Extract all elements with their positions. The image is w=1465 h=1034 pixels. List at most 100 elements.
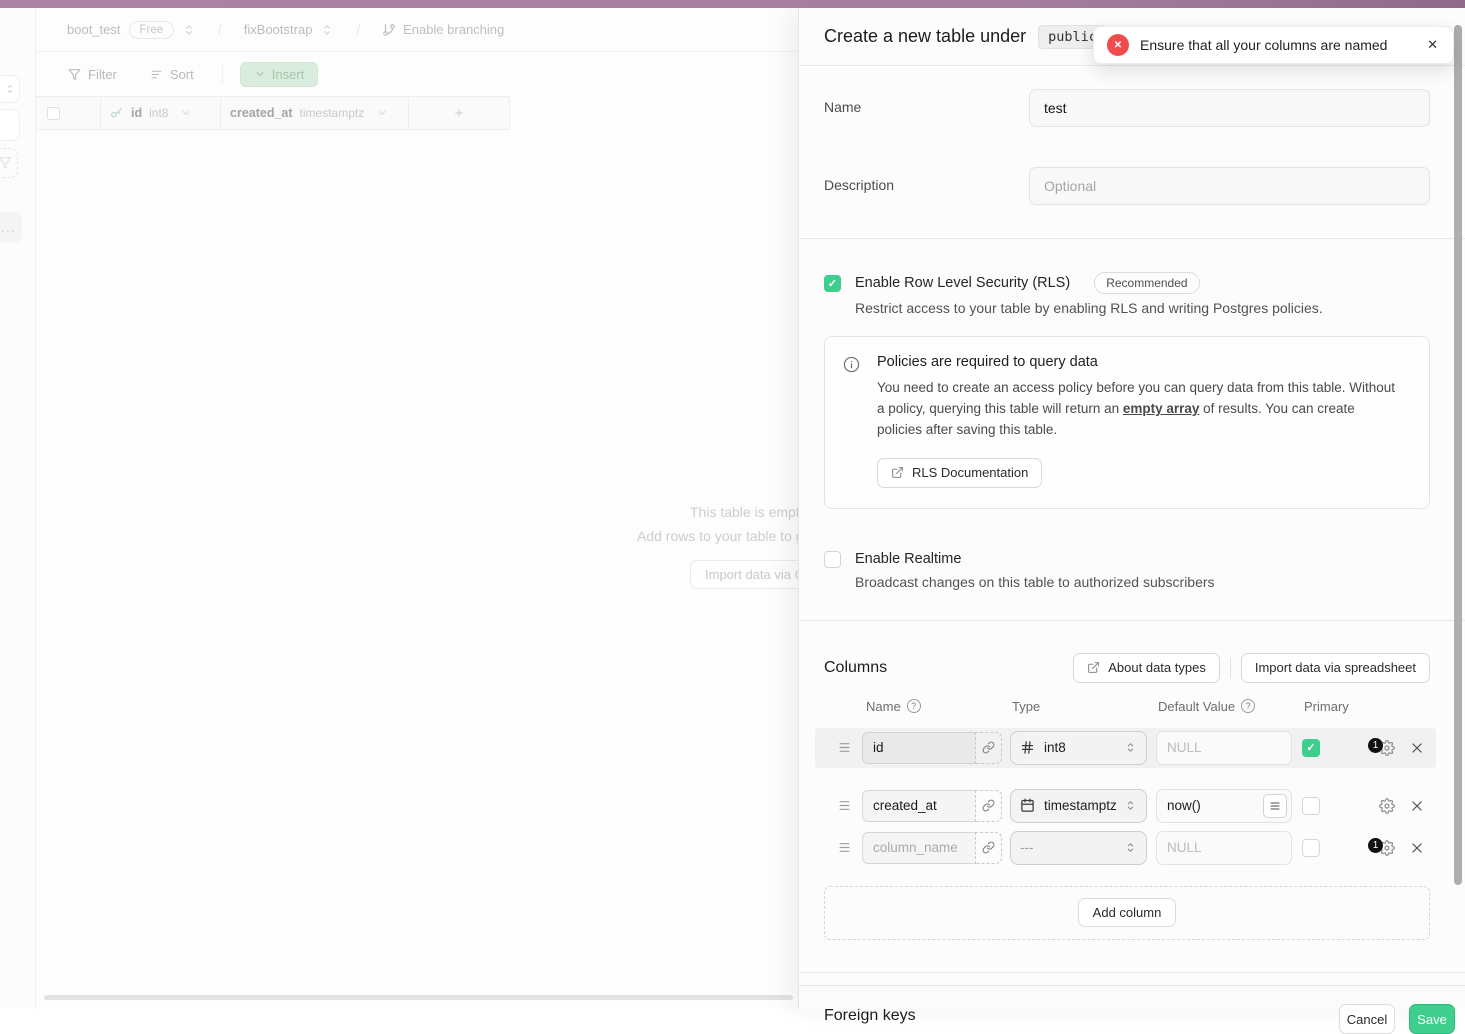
drag-handle-icon[interactable]: [837, 741, 852, 754]
empty-state-subtitle: Add rows to your table to get started.: [637, 528, 798, 544]
help-icon[interactable]: ?: [907, 699, 921, 713]
browser-theme-bar: [0, 0, 1465, 8]
import-spreadsheet-button[interactable]: Import data via spreadsheet: [1241, 653, 1430, 683]
column-header-created-at[interactable]: created_at timestamptz: [230, 97, 388, 129]
horizontal-scrollbar[interactable]: [44, 995, 793, 1000]
drag-handle-icon[interactable]: [837, 841, 852, 854]
background-page: boot_test Free / fixBootstrap / Enable b…: [0, 8, 798, 1009]
table-name-input[interactable]: [1029, 89, 1430, 127]
error-icon: ✕: [1107, 34, 1129, 56]
about-data-types-button[interactable]: About data types: [1073, 653, 1220, 683]
primary-checkbox[interactable]: ✓: [1302, 839, 1320, 857]
help-icon[interactable]: ?: [1241, 699, 1255, 713]
import-csv-button[interactable]: Import data via CSV: [690, 560, 798, 589]
chevron-down-icon[interactable]: [376, 107, 388, 119]
chevron-down-icon[interactable]: [180, 107, 192, 119]
add-column-dropzone: Add column: [824, 886, 1430, 940]
rail-more-button[interactable]: ...: [0, 212, 22, 243]
name-label: Name: [824, 89, 1029, 127]
primary-checkbox[interactable]: ✓: [1302, 739, 1320, 757]
add-column-header-button[interactable]: +: [408, 97, 510, 129]
check-icon: ✓: [828, 277, 837, 290]
default-value-input: [1156, 831, 1292, 865]
foreign-key-link-icon[interactable]: [975, 790, 1002, 822]
external-link-icon: [891, 466, 904, 479]
table-header-row: id int8 created_at timestamptz +: [36, 96, 510, 130]
external-link-icon: [1087, 661, 1100, 674]
empty-array-link[interactable]: empty array: [1123, 401, 1200, 416]
toast-close-icon[interactable]: ✕: [1427, 37, 1438, 53]
rls-documentation-button[interactable]: RLS Documentation: [877, 458, 1042, 488]
table-toolbar: Filter Sort Insert: [36, 52, 798, 96]
realtime-description: Broadcast changes on this table to autho…: [855, 574, 1430, 590]
policies-info-box: Policies are required to query data You …: [824, 336, 1430, 509]
add-column-button[interactable]: Add column: [1078, 898, 1177, 927]
chevron-selector-icon[interactable]: [182, 23, 196, 37]
rls-section: ✓ Enable Row Level Security (RLS) Recomm…: [799, 239, 1465, 621]
column-type-select[interactable]: timestamptz: [1010, 789, 1147, 823]
info-body: You need to create an access policy befo…: [877, 378, 1397, 441]
foreign-key-link-icon[interactable]: [975, 732, 1002, 764]
chevron-selector-icon[interactable]: [320, 23, 334, 37]
remove-column-button[interactable]: [1410, 799, 1424, 813]
branch-name[interactable]: fixBootstrap: [244, 22, 313, 37]
rls-description: Restrict access to your table by enablin…: [855, 300, 1430, 316]
realtime-checkbox[interactable]: ✓: [824, 551, 841, 568]
key-icon: [110, 107, 123, 120]
top-navigation: boot_test Free / fixBootstrap / Enable b…: [0, 8, 798, 52]
rls-label: Enable Row Level Security (RLS): [855, 275, 1070, 291]
panel-title: Create a new table under: [824, 26, 1026, 47]
chevron-selector-icon: [1124, 741, 1137, 754]
column-settings-button[interactable]: [1379, 798, 1395, 814]
project-name[interactable]: boot_test: [67, 22, 121, 37]
settings-count-badge: 1: [1368, 838, 1383, 853]
column-name-input[interactable]: [862, 832, 975, 864]
toolbar-divider: [222, 63, 223, 85]
column-name-input[interactable]: [862, 790, 975, 822]
rail-search-box[interactable]: [0, 109, 20, 141]
insert-button[interactable]: Insert: [240, 62, 319, 87]
panel-scrollbar[interactable]: [1454, 25, 1462, 885]
chevron-down-icon: [254, 68, 266, 80]
default-value-suggestions-button[interactable]: [1263, 794, 1287, 818]
chevron-selector-icon: [1124, 799, 1137, 812]
plan-badge: Free: [129, 21, 175, 39]
column-type-select[interactable]: int8: [1010, 731, 1147, 765]
settings-count-badge: 1: [1368, 738, 1383, 753]
rail-filter-button[interactable]: [0, 148, 18, 178]
column-name-input[interactable]: [862, 732, 975, 764]
left-rail: ...: [0, 8, 36, 1009]
info-icon: [843, 356, 860, 488]
column-settings-button[interactable]: 1: [1379, 740, 1395, 756]
rail-schema-select[interactable]: [0, 75, 20, 103]
column-settings-button[interactable]: 1: [1379, 840, 1395, 856]
columns-section: Columns About data types Import data via…: [799, 621, 1465, 973]
foreign-key-link-icon[interactable]: [975, 832, 1002, 864]
toast-message: Ensure that all your columns are named: [1140, 37, 1416, 53]
drag-handle-icon[interactable]: [837, 799, 852, 812]
breadcrumb-separator: /: [218, 22, 222, 37]
enable-branching-button[interactable]: Enable branching: [382, 22, 504, 37]
rls-checkbox[interactable]: ✓: [824, 275, 841, 292]
sort-button[interactable]: Sort: [150, 67, 194, 82]
chevron-selector-icon: [1124, 841, 1137, 854]
error-toast: ✕ Ensure that all your columns are named…: [1093, 26, 1454, 64]
column-header-id[interactable]: id int8: [110, 97, 192, 129]
remove-column-button[interactable]: [1410, 741, 1424, 755]
column-type-select[interactable]: ---: [1010, 831, 1147, 865]
column-row-id: int8 ✓ 1: [815, 728, 1436, 768]
table-description-input[interactable]: [1029, 167, 1430, 205]
basic-fields-section: Name Description: [799, 66, 1465, 239]
empty-state-title: This table is empty: [690, 504, 798, 520]
column-row-created-at: timestamptz ✓: [824, 786, 1430, 826]
column-row-new: --- ✓ 1: [824, 828, 1430, 868]
select-all-checkbox[interactable]: [47, 107, 60, 120]
git-branch-icon: [382, 23, 396, 37]
ellipsis-icon: ...: [0, 219, 16, 236]
primary-checkbox[interactable]: ✓: [1302, 797, 1320, 815]
info-title: Policies are required to query data: [877, 354, 1397, 370]
calendar-icon: [1020, 798, 1035, 813]
filter-button[interactable]: Filter: [68, 67, 117, 82]
recommended-badge: Recommended: [1094, 272, 1199, 294]
remove-column-button[interactable]: [1410, 841, 1424, 855]
